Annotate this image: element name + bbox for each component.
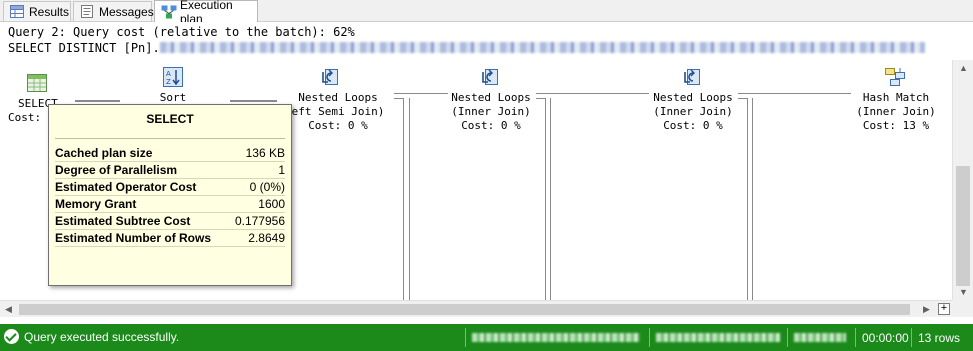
status-user-segment bbox=[649, 328, 785, 347]
plan-node-hash-match[interactable]: Hash Match (Inner Join) Cost: 13 % bbox=[852, 66, 940, 133]
redacted-database-name bbox=[794, 333, 846, 342]
tooltip-row-estimated-operator-cost: Estimated Operator Cost 0 (0%) bbox=[55, 179, 285, 196]
tooltip-row-value: 1600 bbox=[258, 197, 285, 211]
plan-node-nested-loops-semi-join[interactable]: Nested Loops eft Semi Join) Cost: 0 % bbox=[288, 66, 388, 133]
connector-line bbox=[747, 98, 748, 300]
tooltip-row-label: Degree of Parallelism bbox=[55, 163, 178, 177]
nested-loops-2-cost: Cost: 0 % bbox=[461, 119, 521, 132]
redacted-user-name bbox=[656, 333, 780, 342]
tooltip-row-value: 0 (0%) bbox=[249, 180, 285, 194]
nested-loops-1-type: eft Semi Join) bbox=[291, 105, 385, 118]
hash-match-cost: Cost: 13 % bbox=[862, 119, 930, 132]
redacted-sql-text bbox=[159, 42, 925, 53]
status-server-segment bbox=[465, 328, 647, 347]
connector-line bbox=[550, 98, 551, 300]
tooltip-row-value: 1 bbox=[278, 163, 285, 177]
query-cost-line: Query 2: Query cost (relative to the bat… bbox=[8, 25, 355, 39]
elapsed-time-value: 00:00:00 bbox=[862, 330, 909, 345]
hash-match-icon bbox=[884, 66, 906, 88]
redacted-server-name bbox=[472, 333, 640, 342]
plan-node-sort[interactable]: AZ Sort bbox=[143, 66, 203, 105]
plan-node-nested-loops-inner-join[interactable]: Nested Loops (Inner Join) Cost: 0 % bbox=[648, 66, 738, 133]
nested-loops-2-name: Nested Loops bbox=[451, 91, 531, 104]
sort-node-name: Sort bbox=[159, 91, 187, 104]
query-sql-line: SELECT DISTINCT [Pn]. bbox=[8, 40, 944, 56]
success-check-icon bbox=[4, 329, 19, 344]
svg-text:Z: Z bbox=[166, 78, 171, 86]
status-bar: Query executed successfully. 00:00:00 13… bbox=[0, 324, 973, 351]
tooltip-row-value: 2.8649 bbox=[248, 231, 285, 245]
select-operator-icon bbox=[26, 72, 48, 94]
tooltip-row-value: 0.177956 bbox=[234, 214, 285, 228]
connector-line bbox=[536, 93, 649, 94]
tooltip-row-memory-grant: Memory Grant 1600 bbox=[55, 196, 285, 213]
tab-messages[interactable]: Messages bbox=[73, 1, 154, 21]
tooltip-row-label: Estimated Operator Cost bbox=[55, 180, 197, 194]
query-header: Query 2: Query cost (relative to the bat… bbox=[0, 22, 952, 59]
connector-line bbox=[230, 100, 277, 102]
horizontal-scrollbar[interactable]: ◀ ▶ bbox=[0, 300, 952, 317]
messages-icon bbox=[80, 5, 94, 18]
scrollbar-corner bbox=[952, 300, 973, 317]
connector-line bbox=[752, 98, 753, 300]
tooltip-row-estimated-number-of-rows: Estimated Number of Rows 2.8649 bbox=[55, 230, 285, 247]
horizontal-scroll-thumb[interactable] bbox=[19, 304, 910, 315]
connector-line bbox=[75, 100, 120, 102]
hash-match-type: (Inner Join) bbox=[856, 105, 936, 118]
tab-results[interactable]: Results bbox=[3, 1, 71, 21]
nested-loops-3-name: Nested Loops bbox=[653, 91, 733, 104]
connector-line bbox=[409, 98, 410, 300]
tooltip-row-label: Cached plan size bbox=[55, 146, 153, 160]
connector-line bbox=[545, 98, 546, 300]
tooltip-row-degree-of-parallelism: Degree of Parallelism 1 bbox=[55, 162, 285, 179]
plan-node-nested-loops-inner-join[interactable]: Nested Loops (Inner Join) Cost: 0 % bbox=[446, 66, 536, 133]
query-sql-prefix: SELECT DISTINCT [Pn]. bbox=[8, 41, 160, 55]
tab-messages-label: Messages bbox=[99, 4, 154, 19]
operator-tooltip: SELECT Cached plan size 136 KB Degree of … bbox=[48, 104, 292, 286]
tooltip-row-label: Estimated Subtree Cost bbox=[55, 214, 191, 228]
scroll-up-arrow-icon[interactable]: ▲ bbox=[953, 60, 973, 76]
scroll-right-arrow-icon[interactable]: ▶ bbox=[918, 301, 935, 318]
tooltip-separator bbox=[55, 138, 285, 139]
row-count-value: 13 rows bbox=[918, 330, 961, 345]
status-message: Query executed successfully. bbox=[24, 329, 180, 344]
vertical-scrollbar[interactable]: ▲ ▼ bbox=[952, 60, 973, 300]
svg-text:A: A bbox=[166, 70, 171, 78]
nested-loops-1-name: Nested Loops bbox=[298, 91, 378, 104]
zoom-expand-icon[interactable]: + bbox=[938, 303, 950, 315]
nested-loops-icon bbox=[682, 66, 704, 88]
connector-line bbox=[394, 93, 448, 94]
grid-icon bbox=[10, 5, 24, 18]
nested-loops-2-type: (Inner Join) bbox=[451, 105, 531, 118]
sort-operator-icon: AZ bbox=[162, 66, 184, 88]
tooltip-row-cached-plan-size: Cached plan size 136 KB bbox=[55, 145, 285, 162]
hash-match-name: Hash Match bbox=[862, 91, 930, 104]
tooltip-row-label: Estimated Number of Rows bbox=[55, 231, 212, 245]
nested-loops-icon bbox=[320, 66, 342, 88]
nested-loops-3-type: (Inner Join) bbox=[653, 105, 733, 118]
status-elapsed-time: 00:00:00 bbox=[855, 328, 909, 347]
tooltip-title: SELECT bbox=[146, 112, 194, 126]
connector-line bbox=[403, 98, 404, 300]
tab-execution-plan[interactable]: Execution plan bbox=[154, 0, 258, 26]
status-row-count: 13 rows bbox=[911, 328, 971, 347]
vertical-scroll-thumb[interactable] bbox=[956, 166, 970, 286]
execution-plan-icon bbox=[161, 5, 177, 19]
status-message-area: Query executed successfully. bbox=[4, 329, 179, 344]
nested-loops-icon bbox=[480, 66, 502, 88]
scroll-left-arrow-icon[interactable]: ◀ bbox=[0, 301, 17, 318]
connector-line bbox=[738, 93, 851, 94]
nested-loops-3-cost: Cost: 0 % bbox=[663, 119, 723, 132]
tab-results-label: Results bbox=[29, 4, 70, 19]
tooltip-properties: Cached plan size 136 KB Degree of Paralle… bbox=[55, 145, 285, 247]
tooltip-row-value: 136 KB bbox=[245, 146, 285, 160]
tooltip-row-label: Memory Grant bbox=[55, 197, 137, 211]
results-tab-strip: Results Messages Execution plan bbox=[0, 0, 973, 26]
nested-loops-1-cost: Cost: 0 % bbox=[308, 119, 368, 132]
status-database-segment bbox=[787, 328, 853, 347]
tooltip-row-estimated-subtree-cost: Estimated Subtree Cost 0.177956 bbox=[55, 213, 285, 230]
scroll-down-arrow-icon[interactable]: ▼ bbox=[953, 284, 973, 300]
